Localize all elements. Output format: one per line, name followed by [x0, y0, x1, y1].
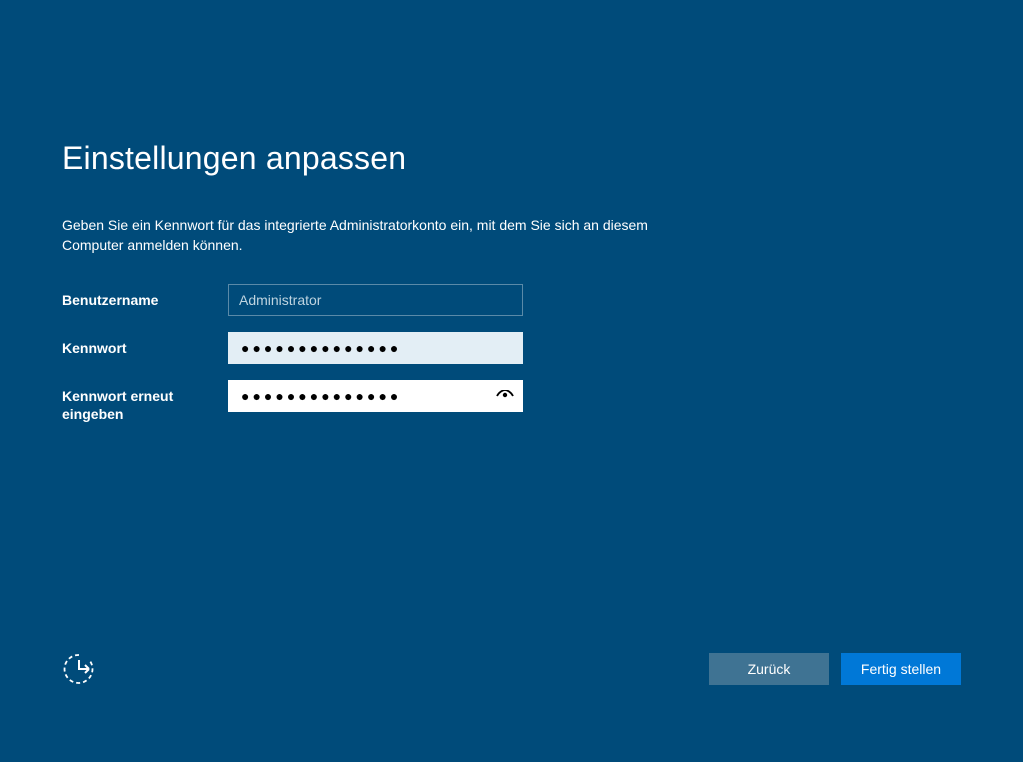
footer: Zurück Fertig stellen: [62, 652, 961, 686]
password-reveal-icon[interactable]: [495, 386, 515, 406]
password-row: Kennwort: [62, 332, 762, 364]
footer-buttons: Zurück Fertig stellen: [709, 653, 961, 685]
password-input-wrap: [228, 332, 523, 364]
password-confirm-input[interactable]: [228, 380, 523, 412]
password-confirm-row: Kennwort erneut eingeben: [62, 380, 762, 423]
back-button[interactable]: Zurück: [709, 653, 829, 685]
password-input[interactable]: [228, 332, 523, 364]
username-input: [228, 284, 523, 316]
setup-content-area: Einstellungen anpassen Geben Sie ein Ken…: [62, 140, 762, 439]
username-input-wrap: [228, 284, 523, 316]
finish-button[interactable]: Fertig stellen: [841, 653, 961, 685]
ease-of-access-icon[interactable]: [62, 652, 96, 686]
username-row: Benutzername: [62, 284, 762, 316]
page-title: Einstellungen anpassen: [62, 140, 762, 177]
page-description: Geben Sie ein Kennwort für das integrier…: [62, 215, 672, 256]
footer-left: [62, 652, 96, 686]
username-label: Benutzername: [62, 284, 228, 309]
password-label: Kennwort: [62, 332, 228, 357]
password-confirm-input-wrap: [228, 380, 523, 412]
password-confirm-label: Kennwort erneut eingeben: [62, 380, 228, 423]
